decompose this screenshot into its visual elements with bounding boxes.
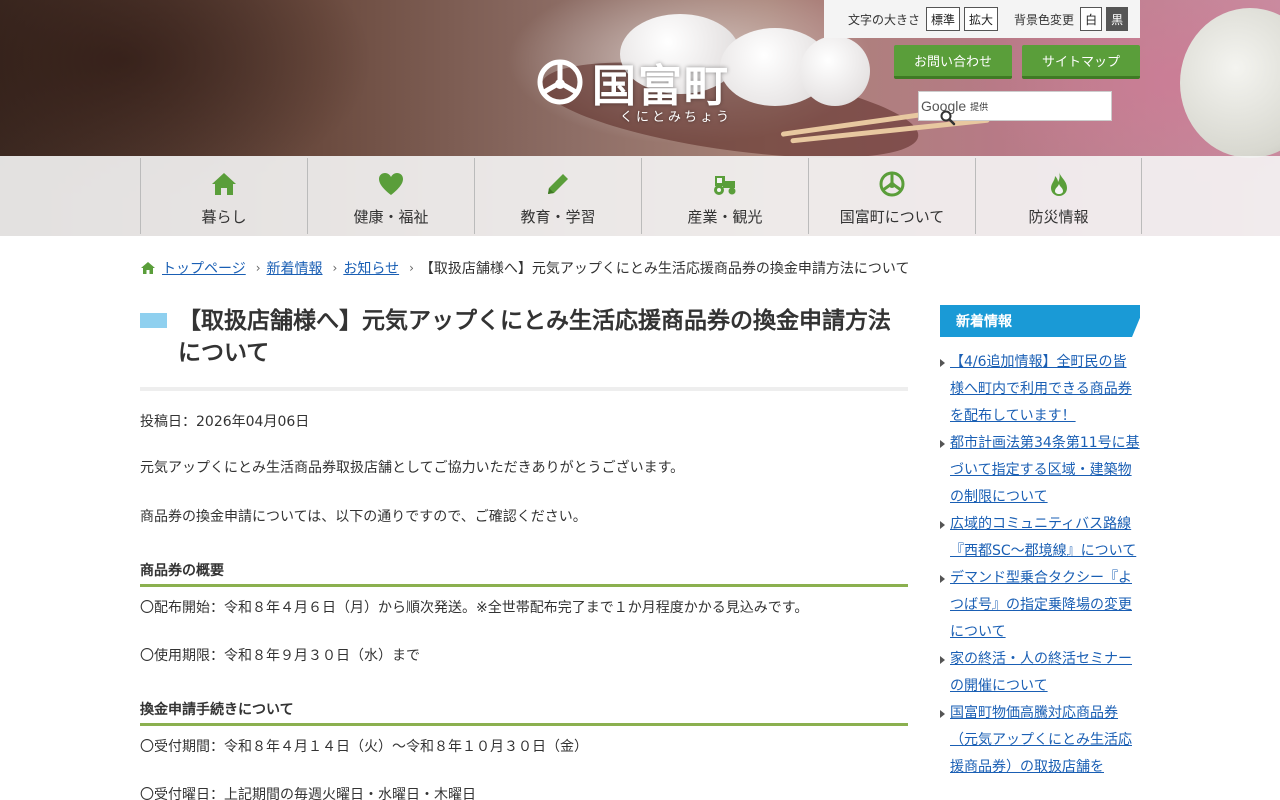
news-link[interactable]: 国富町物価高騰対応商品券（元気アップくにとみ生活応援商品券）の取扱店舗を (950, 705, 1132, 775)
nav-label: 教育・学習 (520, 207, 596, 226)
global-nav: 暮らし 健康・福祉 教育・学習 産業・観光 国富町について 防災情報 (140, 158, 1142, 234)
nav-item-living[interactable]: 暮らし (140, 158, 307, 234)
news-link[interactable]: 都市計画法第34条第11号に基づいて指定する区域・建築物の制限について (950, 435, 1140, 505)
nav-label: 暮らし (201, 207, 247, 226)
nav-item-disaster[interactable]: 防災情報 (975, 158, 1142, 234)
home-icon (141, 262, 155, 274)
site-logo[interactable]: 国富町 (536, 50, 730, 114)
news-link[interactable]: 家の終活・人の終活セミナーの開催について (950, 651, 1132, 694)
breadcrumb-home-link[interactable]: トップページ (162, 258, 246, 278)
font-large-button[interactable]: 拡大 (964, 7, 999, 31)
nav-label: 産業・観光 (687, 207, 763, 226)
list-item: 都市計画法第34条第11号に基づいて指定する区域・建築物の制限について (940, 430, 1140, 511)
header-photo-cup (1180, 8, 1280, 158)
heart-icon (379, 172, 403, 195)
tractor-icon (714, 175, 736, 195)
sidebar-heading: 新着情報 (940, 305, 1140, 337)
logo-reading: くにとみちょう (620, 110, 733, 125)
list-item: 家の終活・人の終活セミナーの開催について (940, 646, 1140, 700)
intro-paragraph: 元気アップくにとみ生活商品券取扱店舗としてご協力いただきありがとうございます。 (140, 460, 685, 476)
page-title-block: 【取扱店舗様へ】元気アップくにとみ生活応援商品券の換金申請方法について (140, 305, 908, 391)
news-link[interactable]: デマンド型乗合タクシー『よつば号』の指定乗降場の変更について (950, 570, 1132, 640)
section-heading: 換金申請手続きについて (140, 699, 908, 726)
section-paragraph: 〇使用期限：令和８年９月３０日（水）まで (140, 648, 420, 664)
contact-button[interactable]: お問い合わせ (894, 45, 1012, 79)
breadcrumb-current: 【取扱店舗様へ】元気アップくにとみ生活応援商品券の換金申請方法について (419, 261, 910, 277)
post-date: 投稿日：2026年04月06日 (140, 414, 310, 430)
flame-icon (1050, 171, 1067, 196)
nav-item-about-town[interactable]: 国富町について (808, 158, 975, 234)
font-size-label: 文字の大きさ (848, 12, 921, 27)
section-paragraph: 〇受付曜日：上記期間の毎週火曜日・水曜日・木曜日 (140, 787, 476, 800)
bg-white-button[interactable]: 白 (1080, 7, 1103, 31)
nav-item-education[interactable]: 教育・学習 (474, 158, 641, 234)
utility-bar: 文字の大きさ 標準 拡大 背景色変更 白 黒 (824, 0, 1140, 38)
intro-paragraph: 商品券の換金申請については、以下の通りですので、ご確認ください。 (140, 509, 587, 525)
list-item: 広域的コミュニティバス路線『西都SC～郡境線』について (940, 511, 1140, 565)
nav-item-industry[interactable]: 産業・観光 (641, 158, 808, 234)
nav-label: 健康・福祉 (353, 207, 429, 226)
breadcrumb: トップページ › 新着情報 › お知らせ › 【取扱店舗様へ】元気アップくにとみ… (140, 258, 909, 278)
search-icon[interactable] (940, 110, 956, 126)
page-title: 【取扱店舗様へ】元気アップくにとみ生活応援商品券の換金申請方法について (178, 308, 891, 366)
home-icon (212, 172, 236, 195)
logo-name: 国富町 (592, 61, 730, 112)
town-emblem-icon (537, 59, 583, 105)
nav-label: 国富町について (839, 207, 945, 226)
town-emblem-icon (879, 171, 905, 196)
nav-label: 防災情報 (1028, 207, 1089, 226)
pencil-icon (548, 173, 568, 194)
bg-black-button[interactable]: 黒 (1106, 7, 1129, 31)
list-item: 【4/6追加情報】全町民の皆様へ町内で利用できる商品券を配布しています！ (940, 349, 1140, 430)
chevron-right-icon: › (255, 261, 261, 275)
chevron-right-icon: › (332, 261, 338, 275)
header-photo-dango (800, 36, 870, 106)
news-link[interactable]: 【4/6追加情報】全町民の皆様へ町内で利用できる商品券を配布しています！ (950, 354, 1132, 424)
section-paragraph: 〇配布開始：令和８年４月６日（月）から順次発送。※全世帯配布完了まで１か月程度か… (140, 600, 809, 616)
title-marker (140, 313, 167, 328)
chevron-right-icon: › (409, 261, 414, 275)
list-item: 国富町物価高騰対応商品券（元気アップくにとみ生活応援商品券）の取扱店舗を (940, 700, 1140, 781)
breadcrumb-notice-link[interactable]: お知らせ (343, 258, 399, 278)
section-paragraph: 〇受付期間：令和８年４月１４日（火）～令和８年１０月３０日（金） (140, 739, 588, 755)
sidebar: 新着情報 【4/6追加情報】全町民の皆様へ町内で利用できる商品券を配布しています… (940, 305, 1140, 781)
background-color-label: 背景色変更 (1014, 12, 1075, 27)
main-content: 【取扱店舗様へ】元気アップくにとみ生活応援商品券の換金申請方法について 投稿日：… (140, 305, 908, 800)
news-link[interactable]: 広域的コミュニティバス路線『西都SC～郡境線』について (950, 516, 1136, 559)
breadcrumb-news-link[interactable]: 新着情報 (267, 258, 323, 278)
news-list: 【4/6追加情報】全町民の皆様へ町内で利用できる商品券を配布しています！ 都市計… (940, 349, 1140, 781)
section-heading: 商品券の概要 (140, 560, 908, 587)
nav-item-health[interactable]: 健康・福祉 (307, 158, 474, 234)
google-provided-label: 提供 (970, 102, 989, 113)
font-normal-button[interactable]: 標準 (926, 7, 961, 31)
list-item: デマンド型乗合タクシー『よつば号』の指定乗降場の変更について (940, 565, 1140, 646)
sitemap-button[interactable]: サイトマップ (1022, 45, 1140, 79)
